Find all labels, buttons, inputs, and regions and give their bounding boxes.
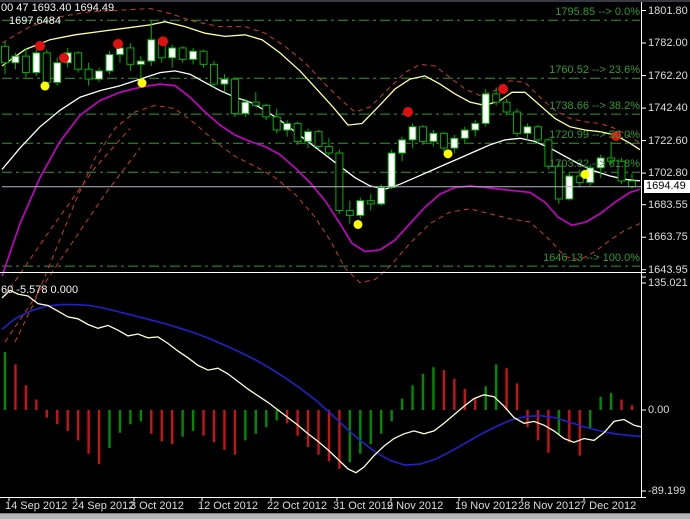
candle-body [199,50,208,65]
candle-body [168,47,177,59]
sell-signal-dot [113,38,123,49]
sell-signal-dot [158,36,168,47]
fib-level-label: 1795.85 --> 0.0% [555,6,640,19]
date-axis-label: 31 Oct 2012 [333,500,393,512]
candle-body [356,200,365,216]
price-axis-label: 1801.80 [648,4,688,17]
price-axis-label: 1643.95 [648,263,688,276]
sell-signal-dot [59,52,69,63]
indicator-axis-label: 135.021 [648,277,688,289]
fib-level-label: 1720.99 --> 50.0% [549,129,640,142]
candle-body [628,180,636,188]
price-axis-label: 1782.00 [648,37,688,49]
date-axis-label: 22 Oct 2012 [267,500,327,512]
chart-window: 00 47 1693.40 1694.49 1697.6484 60 -5.57… [0,0,690,519]
candle-body [178,47,187,60]
red-band-diagonal [4,128,131,297]
date-axis-label: 12 Oct 2012 [198,500,258,512]
date-axis-label: 14 Sep 2012 [5,500,68,512]
candle-body [1,45,9,64]
price-axis-label: 1742.40 [648,102,688,115]
candle-body [189,50,198,60]
indicator-axis-label: 0.00 [648,404,670,416]
candle-body [220,78,229,85]
window-chrome-bottom [0,513,690,519]
buy-signal-dot [353,219,363,229]
price-axis-label: 1683.55 [648,198,688,211]
date-axis-label: 19 Nov 2012 [455,500,518,512]
date-axis-label: 28 Nov 2012 [518,500,581,512]
window-chrome-top [0,0,690,2]
candle-body [565,175,574,200]
candle-body [398,139,407,154]
candle-body [377,187,386,205]
fib-level-label: 1760.52 --> 23.6% [549,64,640,77]
date-axis-label: 24 Sep 2012 [72,500,135,512]
buy-signal-dot [40,81,50,91]
candle-body [11,55,20,64]
buy-signal-dot [580,169,590,179]
price-axis-label: 1762.20 [648,69,688,82]
candle-body [272,116,281,131]
date-axis-label: 7 Dec 2012 [580,500,637,512]
candle-body [126,47,135,65]
current-price-tag: 1694.49 [644,180,690,193]
sell-signal-dot [498,83,508,94]
price-axis-label: 1663.75 [648,231,688,244]
date-axis-label: 3 Oct 2012 [130,500,184,512]
sell-signal-dot [35,40,45,51]
fib-level-label: 1738.66 --> 38.2% [549,100,640,113]
date-axis-label: 9 Nov 2012 [387,500,444,512]
indicator-readout: 60 -5.578 0.000 [1,284,79,296]
candle-body [554,165,563,200]
indicator-axis-label: -89.199 [648,485,686,497]
buy-signal-dot [443,149,453,159]
price-axis-label: 1722.60 [648,134,688,147]
candle-body [147,39,156,62]
price-axis-label: 1702.80 [648,167,688,180]
candle-body [345,210,354,216]
candle-body [366,200,375,205]
fib-level-label: 1703.32 --> 61.8% [549,158,640,171]
candle-body [324,145,333,154]
bollinger-lower-line [1,83,641,277]
buy-signal-dot [137,78,147,88]
fib-level-label: 1646.13 --> 100.0% [543,252,640,265]
